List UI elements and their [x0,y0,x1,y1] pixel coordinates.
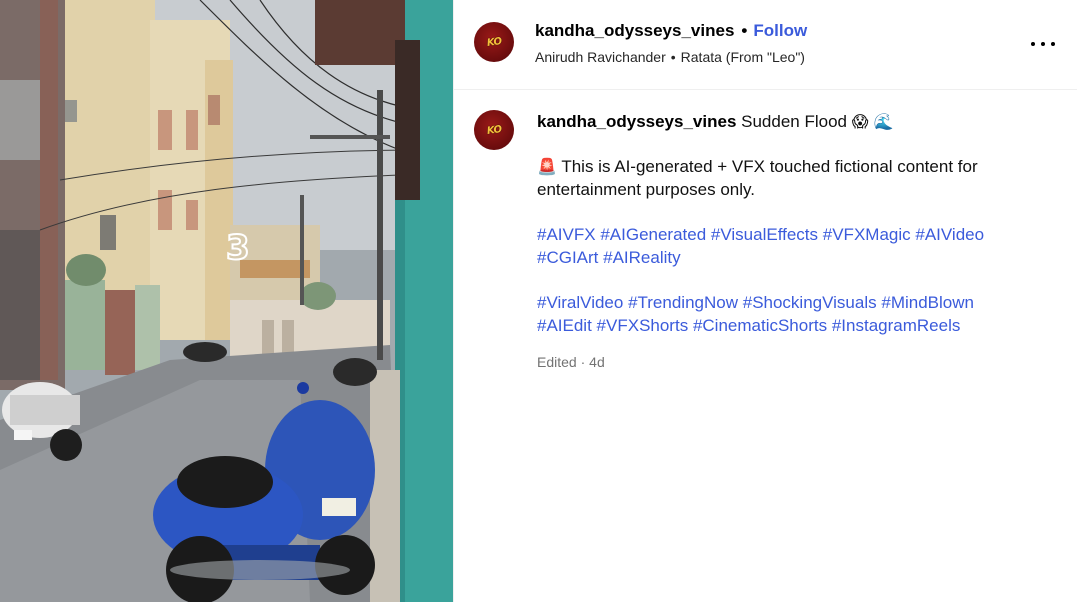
post-view: 3 KO kandha_odysseys_vines • Follow Anir… [0,0,1077,602]
more-dot [1031,42,1035,46]
disclaimer-text: This is AI-generated + VFX touched ficti… [537,157,978,199]
hashtag-link[interactable]: #InstagramReels [832,316,961,335]
author-username[interactable]: kandha_odysseys_vines [535,21,734,41]
more-dot [1041,42,1045,46]
siren-emoji: 🚨 [537,157,557,176]
audio-track[interactable]: Ratata (From "Leo") [681,49,805,65]
post-age[interactable]: 4d [589,354,605,370]
more-dot [1051,42,1055,46]
meta-separator: · [580,354,586,370]
more-options-icon[interactable] [1031,34,1055,54]
hashtag-link[interactable]: #AIVFX [537,225,596,244]
audio-artist[interactable]: Anirudh Ravichander [535,49,666,65]
caption-disclaimer: 🚨 This is AI-generated + VFX touched fic… [537,155,1017,201]
post-media-video[interactable]: 3 [0,0,453,602]
caption-author-avatar[interactable]: KO [474,110,514,150]
post-side-panel: KO kandha_odysseys_vines • Follow Anirud… [453,0,1077,602]
edited-label: Edited [537,354,577,370]
hashtag-link[interactable]: #VisualEffects [711,225,818,244]
hashtag-link[interactable]: #AIVideo [915,225,984,244]
hashtag-group-2: #ViralVideo #TrendingNow #ShockingVisual… [537,291,1017,337]
hashtag-link[interactable]: #AIEdit [537,316,592,335]
street-scene-image [0,0,453,602]
hashtag-link[interactable]: #VFXMagic [823,225,911,244]
follow-button[interactable]: Follow [753,21,807,41]
hashtag-link[interactable]: #CGIArt [537,248,598,267]
avatar-monogram: KO [485,123,503,137]
post-header: KO kandha_odysseys_vines • Follow Anirud… [454,0,1077,90]
hashtag-link[interactable]: #ShockingVisuals [743,293,877,312]
separator-dot: • [741,21,748,40]
hashtag-link[interactable]: #MindBlown [881,293,974,312]
caption-title-emojis: 😱 🌊 [851,112,894,131]
caption-body: kandha_odysseys_vines Sudden Flood 😱 🌊 🚨… [537,110,1017,374]
hashtag-link[interactable]: #AIReality [603,248,680,267]
caption-title-line: kandha_odysseys_vines Sudden Flood 😱 🌊 [537,110,1017,133]
hashtag-link[interactable]: #AIGenerated [600,225,706,244]
audio-separator: • [670,49,676,65]
caption-title-text: Sudden Flood [741,112,848,131]
hashtag-link[interactable]: #CinematicShorts [693,316,827,335]
countdown-overlay: 3 [225,227,251,269]
hashtag-link[interactable]: #ViralVideo [537,293,623,312]
hashtag-link[interactable]: #TrendingNow [628,293,738,312]
avatar-monogram: KO [485,35,503,49]
post-meta: Edited · 4d [537,351,1017,374]
author-avatar[interactable]: KO [474,22,514,62]
hashtag-group-1: #AIVFX #AIGenerated #VisualEffects #VFXM… [537,223,1017,269]
hashtag-link[interactable]: #VFXShorts [597,316,689,335]
header-title-row: kandha_odysseys_vines • Follow [535,21,807,41]
audio-attribution[interactable]: Anirudh Ravichander • Ratata (From "Leo") [535,49,805,65]
caption-username[interactable]: kandha_odysseys_vines [537,112,736,131]
